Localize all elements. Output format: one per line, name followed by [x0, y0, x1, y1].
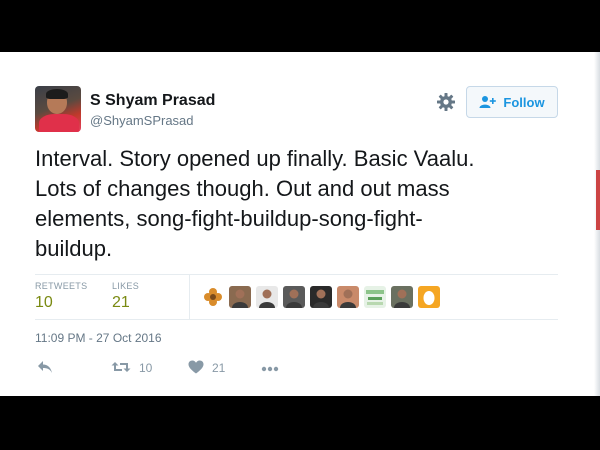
- person-avatar-icon[interactable]: [283, 286, 305, 308]
- flower-avatar-icon[interactable]: [202, 286, 224, 308]
- retweet-button[interactable]: 10: [111, 358, 152, 378]
- retweet-count: 10: [139, 361, 153, 375]
- like-button[interactable]: 21: [188, 358, 225, 378]
- more-icon: [261, 361, 279, 375]
- liker-avatars: [202, 286, 440, 308]
- person-avatar-icon[interactable]: [256, 286, 278, 308]
- tweet-actions: 10 21: [35, 358, 295, 378]
- retweets-stat[interactable]: RETWEETS 10: [35, 281, 87, 312]
- add-user-icon: [479, 95, 497, 109]
- reply-icon: [37, 360, 53, 377]
- avatar-shirt: [39, 114, 79, 132]
- likes-count: 21: [112, 294, 130, 311]
- follow-button[interactable]: Follow: [466, 86, 558, 118]
- retweets-count: 10: [35, 294, 53, 311]
- tweet-text: Interval. Story opened up finally. Basic…: [35, 146, 475, 261]
- more-button[interactable]: [261, 358, 279, 378]
- likes-stat[interactable]: LIKES 21: [112, 281, 139, 312]
- person-avatar-icon[interactable]: [391, 286, 413, 308]
- person-avatar-icon[interactable]: [310, 286, 332, 308]
- like-count: 21: [212, 361, 226, 375]
- stats-divider: [189, 275, 190, 319]
- author-name[interactable]: S Shyam Prasad: [90, 92, 215, 110]
- tweet-card: S Shyam Prasad @ShyamSPrasad Follow Inte…: [0, 52, 600, 396]
- retweet-icon: [111, 360, 131, 377]
- tweet-stats: RETWEETS 10 LIKES 21: [35, 274, 558, 320]
- landscape-avatar-icon[interactable]: [364, 286, 386, 308]
- likes-label: LIKES: [112, 281, 140, 291]
- avatar-hair: [46, 89, 68, 99]
- card-edge-accent: [596, 170, 600, 230]
- reply-button[interactable]: [37, 358, 53, 378]
- person-avatar-icon[interactable]: [229, 286, 251, 308]
- heart-icon: [188, 360, 204, 377]
- gear-icon[interactable]: [436, 92, 456, 112]
- egg-avatar-icon[interactable]: [418, 286, 440, 308]
- author-handle[interactable]: @ShyamSPrasad: [90, 113, 194, 128]
- follow-label: Follow: [503, 94, 545, 110]
- retweets-label: RETWEETS: [35, 281, 88, 291]
- tweet-timestamp[interactable]: 11:09 PM - 27 Oct 2016: [35, 331, 162, 345]
- author-avatar[interactable]: [35, 86, 81, 132]
- person-avatar-icon[interactable]: [337, 286, 359, 308]
